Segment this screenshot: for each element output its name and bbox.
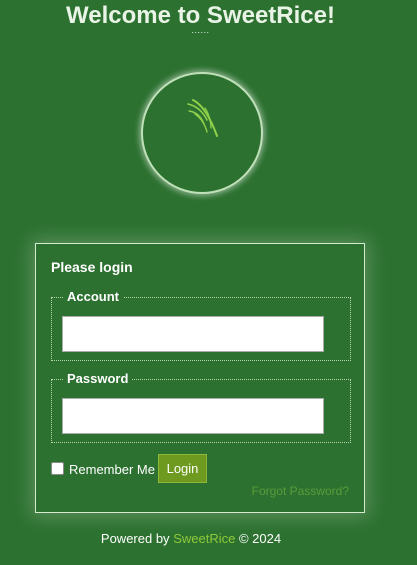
remember-me-checkbox[interactable]	[51, 462, 64, 475]
sweetrice-link[interactable]: SweetRice	[173, 531, 235, 546]
footer: Powered by SweetRice © 2024	[0, 531, 382, 546]
logo	[141, 72, 263, 194]
forgot-password-link[interactable]: Forgot Password?	[252, 484, 349, 498]
login-box: Please login Account Password Remember M…	[35, 243, 365, 513]
grass-sprout-icon	[187, 99, 218, 137]
login-heading: Please login	[51, 259, 133, 275]
site-subtitle: ......	[191, 25, 210, 35]
login-button[interactable]: Login	[158, 454, 207, 483]
account-legend: Account	[63, 289, 123, 305]
password-legend: Password	[63, 371, 133, 387]
remember-me-label[interactable]: Remember Me	[69, 462, 155, 477]
account-fieldset: Account	[51, 289, 351, 361]
password-input[interactable]	[62, 398, 324, 434]
footer-copyright: © 2024	[238, 531, 282, 546]
password-fieldset: Password	[51, 371, 351, 443]
account-input[interactable]	[62, 316, 324, 352]
footer-prefix: Powered by	[100, 531, 170, 546]
